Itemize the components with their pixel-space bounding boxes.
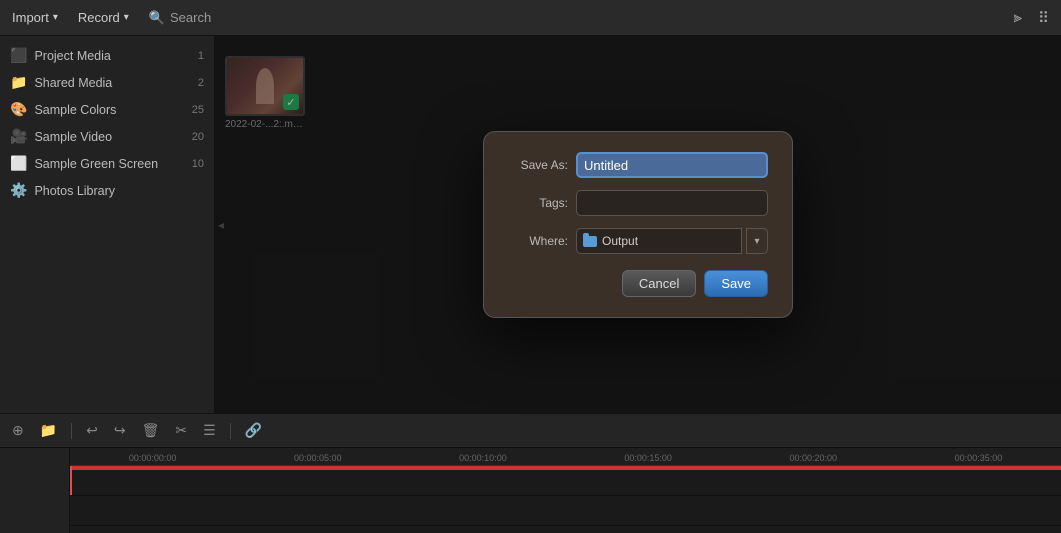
sidebar-item-count: 2	[198, 77, 204, 89]
sidebar-item-project-media[interactable]: ⬛ Project Media 1	[0, 42, 214, 69]
sidebar-item-count: 25	[192, 104, 204, 116]
top-bar: Import ▾ Record ▾ 🔍 Search ⫸ ⠿	[0, 0, 1061, 36]
ruler-mark-5: 00:00:35:00	[896, 453, 1061, 463]
toolbar-separator	[71, 423, 72, 439]
ruler-mark-4: 00:00:20:00	[731, 453, 896, 463]
timeline-ruler: 00:00:00:00 00:00:05:00 00:00:10:00 00:0…	[70, 448, 1061, 466]
ruler-mark-2: 00:00:10:00	[400, 453, 565, 463]
cancel-button[interactable]: Cancel	[622, 270, 696, 297]
timeline-track-1	[70, 466, 1061, 496]
top-bar-right: ⫸ ⠿	[1014, 9, 1049, 27]
timeline-track-2	[70, 496, 1061, 526]
record-chevron-icon: ▾	[124, 12, 129, 23]
where-label: Where:	[508, 234, 568, 248]
timeline-body: 00:00:00:00 00:00:05:00 00:00:10:00 00:0…	[0, 448, 1061, 533]
main-layout: ⬛ Project Media 1 📁 Shared Media 2 🎨 Sam…	[0, 36, 1061, 413]
import-button[interactable]: Import ▾	[12, 10, 58, 25]
ruler-mark-3: 00:00:15:00	[566, 453, 731, 463]
record-button[interactable]: Record ▾	[78, 10, 129, 25]
playhead[interactable]	[70, 466, 72, 495]
dialog-buttons: Cancel Save	[508, 270, 768, 297]
toolbar-separator-2	[230, 423, 231, 439]
import-chevron-icon: ▾	[53, 12, 58, 23]
dialog-overlay: Save As: Tags: Where: Output	[215, 36, 1061, 413]
sidebar-item-label: Sample Green Screen	[34, 157, 184, 171]
folder-icon	[583, 236, 597, 247]
tags-row: Tags:	[508, 190, 768, 216]
save-as-input[interactable]	[576, 152, 768, 178]
timeline-side	[0, 448, 70, 533]
tags-input[interactable]	[576, 190, 768, 216]
project-media-icon: ⬛	[10, 47, 27, 64]
timeline-toolbar: ⊕ 📁 ↩ ↪ 🗑 ✂ ☰ 🔗	[0, 414, 1061, 448]
sample-colors-icon: 🎨	[10, 101, 27, 118]
sidebar-item-photos-library[interactable]: ⚙️ Photos Library	[0, 177, 214, 204]
sidebar-item-sample-video[interactable]: 🎥 Sample Video 20	[0, 123, 214, 150]
sidebar-item-label: Sample Colors	[34, 103, 184, 117]
search-button[interactable]: 🔍 Search	[149, 10, 211, 26]
link-button[interactable]: 🔗	[243, 420, 264, 441]
list-button[interactable]: ☰	[201, 420, 218, 441]
sample-green-screen-icon: ⬜	[10, 155, 27, 172]
search-icon: 🔍	[149, 10, 165, 26]
save-as-row: Save As:	[508, 152, 768, 178]
undo-button[interactable]: ↩	[84, 420, 100, 441]
red-bar	[70, 466, 1061, 470]
shared-media-icon: 📁	[10, 74, 27, 91]
sidebar-item-label: Shared Media	[34, 76, 190, 90]
photos-library-icon: ⚙️	[10, 182, 27, 199]
redo-button[interactable]: ↪	[112, 420, 128, 441]
sample-video-icon: 🎥	[10, 128, 27, 145]
sidebar-item-label: Sample Video	[34, 130, 184, 144]
sidebar-item-sample-green-screen[interactable]: ⬜ Sample Green Screen 10	[0, 150, 214, 177]
sidebar-item-count: 20	[192, 131, 204, 143]
ruler-mark-1: 00:00:05:00	[235, 453, 400, 463]
ruler-mark-0: 00:00:00:00	[70, 453, 235, 463]
tags-label: Tags:	[508, 196, 568, 210]
import-label: Import	[12, 10, 49, 25]
timeline-track-area: 00:00:00:00 00:00:05:00 00:00:10:00 00:0…	[70, 448, 1061, 533]
search-label: Search	[170, 10, 211, 25]
sidebar-item-count: 1	[198, 50, 204, 62]
sidebar-item-label: Photos Library	[34, 184, 204, 198]
save-button[interactable]: Save	[704, 270, 768, 297]
grid-icon[interactable]: ⠿	[1038, 9, 1049, 27]
save-as-label: Save As:	[508, 158, 568, 172]
where-wrapper: Output ▾	[576, 228, 768, 254]
sidebar-item-shared-media[interactable]: 📁 Shared Media 2	[0, 69, 214, 96]
sidebar-item-count: 10	[192, 158, 204, 170]
sidebar: ⬛ Project Media 1 📁 Shared Media 2 🎨 Sam…	[0, 36, 215, 413]
where-row: Where: Output ▾	[508, 228, 768, 254]
filter-icon[interactable]: ⫸	[1014, 9, 1022, 26]
timeline: ⊕ 📁 ↩ ↪ 🗑 ✂ ☰ 🔗 00:00:00:00 00:00:05:00 …	[0, 413, 1061, 533]
record-label: Record	[78, 10, 120, 25]
content-area: ✓ 2022-02-...2:.mov_2_0 ◂ Save As: Tags:	[215, 36, 1061, 413]
save-dialog: Save As: Tags: Where: Output	[483, 131, 793, 318]
sidebar-item-label: Project Media	[34, 49, 190, 63]
cut-button[interactable]: ✂	[173, 420, 189, 441]
folder-button[interactable]: 📁	[38, 420, 59, 441]
delete-button[interactable]: 🗑	[140, 420, 162, 441]
where-value: Output	[602, 234, 638, 248]
add-track-button[interactable]: ⊕	[10, 420, 26, 441]
ruler-marks: 00:00:00:00 00:00:05:00 00:00:10:00 00:0…	[70, 448, 1061, 465]
where-expand-button[interactable]: ▾	[746, 228, 768, 254]
where-dropdown[interactable]: Output	[576, 228, 742, 254]
sidebar-item-sample-colors[interactable]: 🎨 Sample Colors 25	[0, 96, 214, 123]
